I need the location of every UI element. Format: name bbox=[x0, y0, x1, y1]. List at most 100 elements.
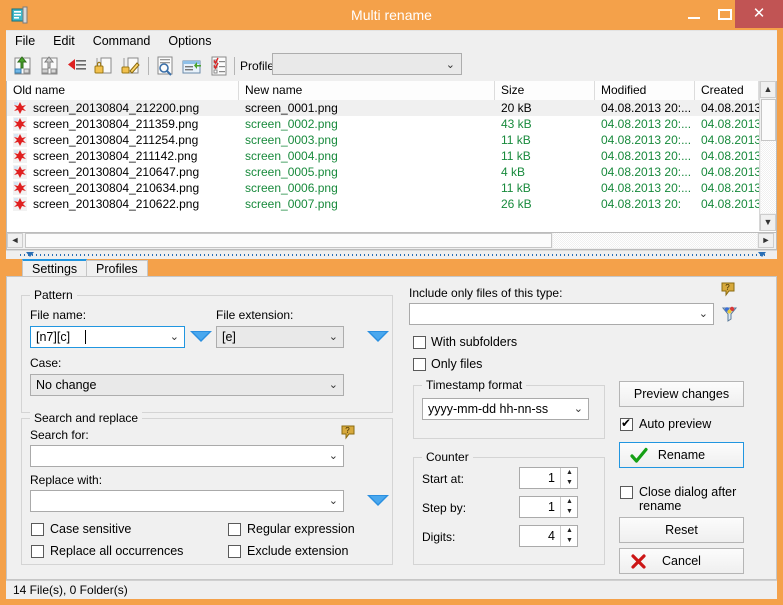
splitter-handle-right[interactable] bbox=[758, 252, 766, 257]
regular-expression-checkbox[interactable] bbox=[228, 523, 241, 536]
close-dialog-after-rename-checkbox[interactable] bbox=[620, 486, 633, 499]
case-value: No change bbox=[36, 378, 97, 392]
edit-rename-icon[interactable] bbox=[120, 55, 142, 77]
replace-placeholder-menu-button[interactable] bbox=[367, 495, 389, 506]
profile-combobox[interactable]: ⌄ bbox=[272, 53, 462, 75]
table-row[interactable]: screen_20130804_211142.png screen_0004.pn… bbox=[7, 148, 759, 164]
file-list-horizontal-scrollbar[interactable]: ◄ ► bbox=[6, 233, 777, 250]
case-combobox[interactable]: No change ⌄ bbox=[30, 374, 344, 396]
case-sensitive-checkbox[interactable] bbox=[31, 523, 44, 536]
title-bar: Multi rename ✕ bbox=[0, 0, 783, 30]
file-extension-combobox[interactable]: [e] ⌄ bbox=[216, 326, 344, 348]
spinner-down-icon[interactable]: ▼ bbox=[561, 507, 578, 517]
horizontal-scroll-thumb[interactable] bbox=[25, 233, 552, 248]
auto-preview-label[interactable]: Auto preview bbox=[639, 417, 711, 431]
regular-expression-label[interactable]: Regular expression bbox=[247, 522, 355, 536]
replace-all-occurrences-checkbox[interactable] bbox=[31, 545, 44, 558]
menu-options[interactable]: Options bbox=[159, 31, 220, 52]
preview-changes-button[interactable]: Preview changes bbox=[619, 381, 744, 407]
menu-command[interactable]: Command bbox=[84, 31, 160, 52]
file-name-value: [n7][c] bbox=[36, 330, 71, 344]
case-sensitive-label[interactable]: Case sensitive bbox=[50, 522, 131, 536]
file-list-vertical-scrollbar[interactable]: ▲ ▼ bbox=[759, 81, 776, 231]
auto-preview-checkbox[interactable] bbox=[620, 416, 633, 431]
chevron-down-icon: ⌄ bbox=[328, 379, 338, 391]
help-bubble-icon[interactable]: ? bbox=[720, 281, 736, 297]
close-dialog-after-rename-label[interactable]: Close dialog after rename bbox=[639, 485, 776, 513]
column-header-old-name[interactable]: Old name bbox=[7, 81, 239, 100]
cell-new-name: screen_0005.png bbox=[245, 165, 338, 179]
filter-funnel-icon[interactable] bbox=[721, 305, 738, 322]
with-subfolders-checkbox[interactable] bbox=[413, 336, 426, 349]
help-bubble-icon[interactable]: ? bbox=[340, 424, 356, 440]
column-header-modified[interactable]: Modified bbox=[595, 81, 695, 100]
replace-with-combobox[interactable]: ⌄ bbox=[30, 490, 344, 512]
vertical-scroll-thumb[interactable] bbox=[761, 99, 776, 141]
menu-edit[interactable]: Edit bbox=[44, 31, 84, 52]
import-names-icon[interactable] bbox=[66, 55, 88, 77]
file-name-placeholder-menu-button[interactable] bbox=[190, 331, 212, 342]
step-by-spinner[interactable]: 1 ▲ ▼ bbox=[519, 496, 578, 518]
cell-old-name: screen_20130804_211142.png bbox=[33, 149, 198, 163]
only-files-checkbox[interactable] bbox=[413, 358, 426, 371]
lock-rename-icon[interactable] bbox=[93, 55, 115, 77]
timestamp-format-combobox[interactable]: yyyy-mm-dd hh-nn-ss ⌄ bbox=[422, 398, 589, 420]
file-name-combobox[interactable]: [n7][c] ⌄ bbox=[30, 326, 185, 348]
save-names-to-file-icon[interactable] bbox=[39, 55, 61, 77]
only-files-label[interactable]: Only files bbox=[431, 357, 482, 371]
table-row[interactable]: screen_20130804_210634.png screen_0006.pn… bbox=[7, 180, 759, 196]
table-row[interactable]: screen_20130804_210647.png screen_0005.pn… bbox=[7, 164, 759, 180]
edit-script-icon[interactable] bbox=[208, 55, 230, 77]
splitter-handle-left[interactable] bbox=[26, 252, 34, 257]
include-only-files-combobox[interactable]: ⌄ bbox=[409, 303, 714, 325]
start-at-spin-buttons[interactable]: ▲ ▼ bbox=[560, 468, 577, 488]
with-subfolders-label[interactable]: With subfolders bbox=[431, 335, 517, 349]
table-row[interactable]: screen_20130804_210622.png screen_0007.pn… bbox=[7, 196, 759, 212]
spinner-down-icon[interactable]: ▼ bbox=[561, 478, 578, 488]
column-header-created[interactable]: Created bbox=[695, 81, 759, 100]
step-by-spin-buttons[interactable]: ▲ ▼ bbox=[560, 497, 577, 517]
exclude-extension-label[interactable]: Exclude extension bbox=[247, 544, 348, 558]
chevron-down-icon: ⌄ bbox=[328, 495, 338, 507]
digits-spinner[interactable]: 4 ▲ ▼ bbox=[519, 525, 578, 547]
file-extension-placeholder-menu-button[interactable] bbox=[367, 331, 389, 342]
text-caret bbox=[85, 330, 86, 344]
spinner-up-icon[interactable]: ▲ bbox=[561, 468, 578, 478]
tab-settings[interactable]: Settings bbox=[22, 259, 88, 277]
scroll-right-button[interactable]: ► bbox=[758, 233, 774, 248]
load-names-from-file-icon[interactable] bbox=[12, 55, 34, 77]
spinner-up-icon[interactable]: ▲ bbox=[561, 497, 578, 507]
chevron-down-icon: ⌄ bbox=[573, 403, 583, 415]
start-at-spinner[interactable]: 1 ▲ ▼ bbox=[519, 467, 578, 489]
pane-splitter[interactable] bbox=[6, 250, 777, 259]
close-button[interactable]: ✕ bbox=[735, 0, 783, 28]
column-header-new-name[interactable]: New name bbox=[239, 81, 495, 100]
scroll-up-button[interactable]: ▲ bbox=[760, 81, 776, 98]
spinner-up-icon[interactable]: ▲ bbox=[561, 526, 578, 536]
tab-profiles[interactable]: Profiles bbox=[86, 260, 148, 277]
table-row[interactable]: screen_20130804_211359.png screen_0002.pn… bbox=[7, 116, 759, 132]
export-list-icon[interactable] bbox=[181, 55, 203, 77]
exclude-extension-checkbox[interactable] bbox=[228, 545, 241, 558]
vertical-scroll-track[interactable] bbox=[761, 141, 776, 213]
rename-button[interactable]: Rename bbox=[619, 442, 744, 468]
scroll-left-button[interactable]: ◄ bbox=[7, 233, 23, 248]
digits-spin-buttons[interactable]: ▲ ▼ bbox=[560, 526, 577, 546]
cell-created: 04.08.2013 2 bbox=[701, 101, 759, 115]
preview-list-icon[interactable] bbox=[154, 55, 176, 77]
scroll-down-button[interactable]: ▼ bbox=[760, 214, 776, 231]
spinner-down-icon[interactable]: ▼ bbox=[561, 536, 578, 546]
menu-file[interactable]: File bbox=[6, 31, 44, 52]
timestamp-format-group-title: Timestamp format bbox=[422, 378, 527, 392]
table-row[interactable]: screen_20130804_211254.png screen_0003.pn… bbox=[7, 132, 759, 148]
cancel-button[interactable]: Cancel bbox=[619, 548, 744, 574]
menu-bar: File Edit Command Options bbox=[6, 30, 777, 51]
reset-button[interactable]: Reset bbox=[619, 517, 744, 543]
step-by-value: 1 bbox=[548, 500, 555, 514]
table-row[interactable]: screen_20130804_212200.png screen_0001.pn… bbox=[7, 100, 759, 116]
column-header-size[interactable]: Size bbox=[495, 81, 595, 100]
file-extension-value: [e] bbox=[222, 330, 236, 344]
search-for-combobox[interactable]: ⌄ bbox=[30, 445, 344, 467]
replace-all-occurrences-label[interactable]: Replace all occurrences bbox=[50, 544, 183, 558]
horizontal-scroll-track[interactable] bbox=[553, 233, 757, 248]
